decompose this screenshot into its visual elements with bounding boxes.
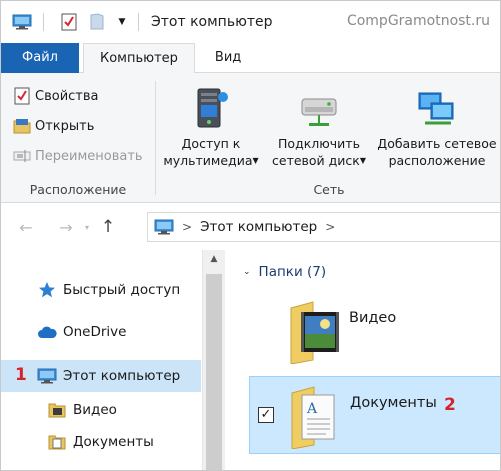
title-bar: ▼ Этот компьютер CompGramotnost.ru: [1, 1, 500, 43]
add-network-location-label-1: Добавить сетевое: [377, 136, 497, 151]
svg-text:A: A: [306, 401, 318, 417]
network-group-label: Сеть: [313, 182, 345, 197]
navigation-bar: ← → ▾ ↑ > Этот компьютер >: [1, 204, 500, 250]
folder-tile-documents[interactable]: ✓ A Документы 2: [249, 376, 500, 454]
computer-icon[interactable]: [11, 12, 33, 32]
computer-icon: [37, 366, 57, 386]
network-location-icon: [372, 79, 500, 129]
nav-item-onedrive[interactable]: OneDrive: [37, 316, 201, 348]
media-server-icon: [160, 79, 262, 129]
group-header-label: Папки (7): [258, 264, 327, 280]
network-group: Доступ к мультимедиа▼ Подключить сетевой…: [156, 73, 500, 203]
location-group: Свойства Открыть Переименовать Расположе…: [1, 73, 155, 203]
address-bar[interactable]: > Этот компьютер >: [147, 212, 500, 242]
location-group-label: Расположение: [29, 182, 127, 197]
open-button[interactable]: Открыть: [13, 115, 94, 137]
scroll-up-arrow-icon[interactable]: ▲: [203, 250, 225, 268]
title-separator-2: [138, 13, 139, 31]
open-folder-icon: [13, 117, 31, 135]
media-access-label-1: Доступ к: [181, 136, 241, 151]
map-network-drive-icon: [266, 79, 372, 129]
recent-locations-chevron-icon[interactable]: ▾: [81, 223, 93, 232]
chevron-down-icon: ▼: [252, 156, 259, 165]
collapse-chevron-icon[interactable]: ⌄: [243, 267, 251, 277]
tab-file[interactable]: Файл: [1, 43, 79, 73]
navigation-pane: Быстрый доступ OneDrive Этот компьютер 1…: [1, 250, 225, 470]
video-folder-icon: [287, 298, 345, 368]
folders-group-header[interactable]: ⌄ Папки (7): [243, 264, 326, 280]
nav-item-label: Документы: [73, 434, 154, 450]
properties-check-icon: [13, 87, 31, 105]
properties-label: Свойства: [35, 88, 99, 104]
media-access-label-2: мультимедиа: [163, 153, 253, 168]
select-checkbox[interactable]: ✓: [258, 407, 274, 423]
nav-scrollbar[interactable]: ▲: [202, 250, 225, 470]
folder-tile-video[interactable]: Видео: [249, 292, 500, 370]
new-folder-icon[interactable]: [86, 12, 108, 32]
add-network-location-label-2: расположение: [388, 153, 486, 168]
window-title: Этот компьютер: [151, 14, 273, 30]
nav-item-documents[interactable]: Документы: [47, 426, 201, 458]
forward-arrow-icon[interactable]: →: [55, 218, 77, 237]
video-folder-icon: [47, 400, 67, 420]
open-label: Открыть: [35, 118, 95, 134]
nav-item-label: Видео: [73, 402, 117, 418]
media-access-button[interactable]: Доступ к мультимедиа▼: [160, 79, 262, 169]
folder-name: Документы: [350, 395, 437, 411]
star-icon: [37, 280, 57, 300]
tab-view[interactable]: Вид: [199, 43, 257, 73]
ribbon-tabs: Файл Компьютер Вид: [1, 43, 500, 74]
up-arrow-icon[interactable]: ↑: [97, 217, 119, 237]
ribbon: Свойства Открыть Переименовать Расположе…: [1, 73, 500, 203]
map-drive-label-1: Подключить: [278, 136, 360, 151]
computer-icon: [154, 219, 174, 235]
content-pane: ⌄ Папки (7) Видео ✓ A Документы 2: [225, 250, 500, 470]
chevron-down-icon: ▼: [359, 156, 366, 165]
tab-computer[interactable]: Компьютер: [83, 43, 195, 74]
breadcrumb-chevron-icon[interactable]: >: [325, 220, 335, 234]
nav-item-video[interactable]: Видео: [47, 394, 201, 426]
marker-1: 1: [15, 365, 27, 385]
folder-name: Видео: [349, 310, 397, 326]
breadcrumb-chevron-icon[interactable]: >: [182, 220, 192, 234]
breadcrumb-this-pc[interactable]: Этот компьютер: [200, 219, 317, 235]
documents-folder-icon: [47, 432, 67, 452]
rename-button[interactable]: Переименовать: [13, 145, 143, 167]
customize-dropdown-icon[interactable]: ▼: [114, 12, 130, 32]
rename-label: Переименовать: [35, 148, 143, 164]
map-drive-button[interactable]: Подключить сетевой диск▼: [266, 79, 372, 169]
nav-item-this-pc[interactable]: Этот компьютер: [1, 360, 201, 392]
cloud-icon: [37, 322, 57, 342]
nav-item-label: Быстрый доступ: [63, 282, 181, 298]
properties-button[interactable]: Свойства: [13, 85, 99, 107]
documents-folder-icon: A: [288, 383, 346, 453]
title-separator: [43, 13, 44, 31]
nav-item-label: Этот компьютер: [63, 368, 181, 384]
nav-item-label: OneDrive: [63, 324, 127, 340]
map-drive-label-2: сетевой диск: [272, 153, 360, 168]
add-network-location-button[interactable]: Добавить сетевое расположение: [372, 79, 500, 169]
back-arrow-icon[interactable]: ←: [15, 218, 37, 237]
nav-item-quick-access[interactable]: Быстрый доступ: [37, 274, 201, 306]
scroll-thumb[interactable]: [206, 274, 222, 470]
properties-check-icon[interactable]: [58, 12, 80, 32]
explorer-window: ▼ Этот компьютер CompGramotnost.ru Файл …: [0, 0, 501, 471]
rename-icon: [13, 147, 31, 165]
marker-2: 2: [444, 395, 456, 415]
watermark: CompGramotnost.ru: [346, 13, 490, 29]
